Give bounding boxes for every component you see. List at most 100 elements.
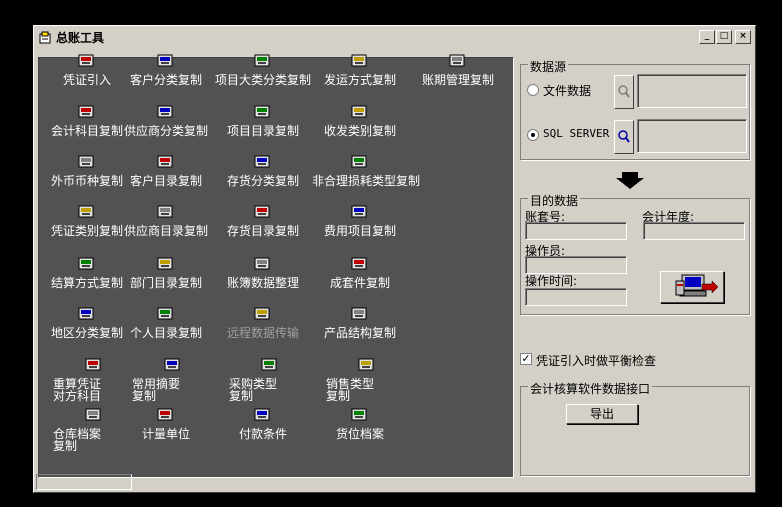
sql-server-field[interactable]	[637, 119, 747, 153]
tool-shipping-method-copy[interactable]: 发运方式复制	[312, 52, 408, 87]
tool-remote-transfer[interactable]: 远程数据传输	[215, 305, 311, 340]
customer-catalog-copy-icon	[154, 153, 178, 171]
tool-ledger-data-cleanup[interactable]: 账簿数据整理	[215, 255, 311, 290]
op-time-label: 操作时间:	[525, 274, 578, 288]
tool-common-summary-copy[interactable]: 常用摘要 复制	[118, 356, 214, 402]
tool-unit-of-measure[interactable]: 计量单位	[118, 406, 214, 441]
settlement-method-copy-icon	[75, 255, 99, 273]
tool-label: 供应商目录复制	[123, 224, 208, 238]
tool-label: 远程数据传输	[226, 326, 299, 340]
op-time-field[interactable]	[525, 288, 627, 306]
tool-supplier-catalog-copy[interactable]: 供应商目录复制	[118, 203, 214, 238]
tool-label: 凭证引入	[62, 73, 111, 87]
window-title: 总账工具	[56, 31, 105, 45]
tool-payment-terms[interactable]: 付款条件	[215, 406, 311, 441]
tool-loss-type-copy[interactable]: 非合理损耗类型复制	[312, 153, 420, 188]
unit-of-measure-icon	[154, 406, 178, 424]
tool-inventory-catalog-copy[interactable]: 存货目录复制	[215, 203, 311, 238]
tool-department-catalog-copy[interactable]: 部门目录复制	[118, 255, 214, 290]
tool-receive-send-category-copy[interactable]: 收发类别复制	[312, 103, 408, 138]
target-data-title: 目的数据	[528, 192, 581, 209]
kit-copy-icon	[348, 255, 372, 273]
expense-item-copy-icon	[348, 203, 372, 221]
tool-label: 项目大类分类复制	[215, 73, 312, 87]
tool-label-line2: 复制	[53, 439, 78, 453]
fiscal-year-field[interactable]	[643, 222, 745, 240]
tool-label: 供应商分类复制	[123, 124, 208, 138]
tool-label: 账簿数据整理	[226, 276, 299, 290]
product-structure-copy-icon	[348, 305, 372, 323]
tool-label: 会计科目复制	[50, 124, 123, 138]
tool-label-line2: 复制	[229, 389, 254, 403]
voucher-type-copy-icon	[75, 203, 99, 221]
receive-send-category-copy-icon	[348, 103, 372, 121]
tool-label: 结算方式复制	[50, 276, 123, 290]
tool-label: 产品结构复制	[323, 326, 396, 340]
tool-label: 账期管理复制	[421, 73, 494, 87]
tool-label: 外币币种复制	[50, 174, 123, 188]
supplier-catalog-copy-icon	[154, 203, 178, 221]
tool-expense-item-copy[interactable]: 费用项目复制	[312, 203, 408, 238]
tool-panel: 凭证引入 客户分类复制 项目大类分类复制 发运方式复制 账期管理复制会计科目复制 供应商分…	[38, 54, 514, 478]
file-browse-button[interactable]	[614, 75, 634, 109]
tool-supplier-category-copy[interactable]: 供应商分类复制	[118, 103, 214, 138]
period-management-copy-icon	[446, 52, 470, 70]
tool-inventory-category-copy[interactable]: 存货分类复制	[215, 153, 311, 188]
computer-icon	[675, 274, 719, 297]
tool-label: 项目目录复制	[226, 124, 299, 138]
region-category-copy-icon	[75, 305, 99, 323]
inventory-category-copy-icon	[251, 153, 275, 171]
main-window: 总账工具 _ □ × 凭证引入 客户分类复制 项目大类分类复制 发运方式复制 账期管理复…	[33, 25, 756, 493]
sales-type-copy-icon	[355, 356, 379, 374]
account-subject-copy-icon	[75, 103, 99, 121]
computer-select-button[interactable]	[660, 271, 724, 303]
tool-label-line2: 复制	[132, 389, 157, 403]
magnifier-icon	[618, 85, 630, 98]
tool-label: 凭证类别复制	[50, 224, 123, 238]
tool-kit-copy[interactable]: 成套件复制	[312, 255, 408, 290]
remote-transfer-icon	[251, 305, 275, 323]
tool-label-line2: 复制	[326, 389, 351, 403]
close-button[interactable]: ×	[735, 30, 751, 44]
tool-location-archive[interactable]: 货位档案	[312, 406, 408, 441]
department-catalog-copy-icon	[154, 255, 178, 273]
shipping-method-copy-icon	[348, 52, 372, 70]
status-bar	[36, 474, 132, 490]
inventory-catalog-copy-icon	[251, 203, 275, 221]
personal-catalog-copy-icon	[154, 305, 178, 323]
radio-file-data[interactable]	[527, 84, 539, 96]
tool-customer-catalog-copy[interactable]: 客户目录复制	[118, 153, 214, 188]
title-bar[interactable]: 总账工具 _ □ ×	[36, 28, 753, 47]
tool-customer-category-copy[interactable]: 客户分类复制	[118, 52, 214, 87]
app-icon	[38, 31, 52, 45]
sql-browse-button[interactable]	[614, 120, 634, 154]
tool-project-catalog-copy[interactable]: 项目目录复制	[215, 103, 311, 138]
customer-category-copy-icon	[154, 52, 178, 70]
balance-check-checkbox[interactable]: ✓	[520, 353, 532, 365]
tool-period-management-copy[interactable]: 账期管理复制	[410, 52, 506, 87]
tool-label: 客户分类复制	[129, 73, 202, 87]
file-path-field[interactable]	[637, 74, 747, 108]
export-button[interactable]: 导出	[566, 404, 638, 424]
interface-title: 会计核算软件数据接口	[528, 380, 653, 397]
ledger-data-cleanup-icon	[251, 255, 275, 273]
data-source-title: 数据源	[528, 58, 569, 75]
foreign-currency-copy-icon	[75, 153, 99, 171]
tool-personal-catalog-copy[interactable]: 个人目录复制	[118, 305, 214, 340]
common-summary-copy-icon	[161, 356, 185, 374]
tool-product-structure-copy[interactable]: 产品结构复制	[312, 305, 408, 340]
tool-label: 成套件复制	[329, 276, 390, 290]
maximize-button[interactable]: □	[716, 30, 732, 44]
tool-purchase-type-copy[interactable]: 采购类型 复制	[215, 356, 311, 402]
tool-label: 存货分类复制	[226, 174, 299, 188]
tool-project-class-copy[interactable]: 项目大类分类复制	[215, 52, 311, 87]
tool-label: 付款条件	[238, 427, 287, 441]
purchase-type-copy-icon	[258, 356, 282, 374]
tool-label: 收发类别复制	[323, 124, 396, 138]
minimize-button[interactable]: _	[699, 30, 715, 44]
tool-sales-type-copy[interactable]: 销售类型 复制	[312, 356, 408, 402]
magnifier-icon	[618, 130, 630, 143]
balance-check-label: 凭证引入时做平衡检查	[536, 354, 657, 368]
radio-sql-server[interactable]	[527, 129, 539, 141]
account-set-field[interactable]	[525, 222, 627, 240]
